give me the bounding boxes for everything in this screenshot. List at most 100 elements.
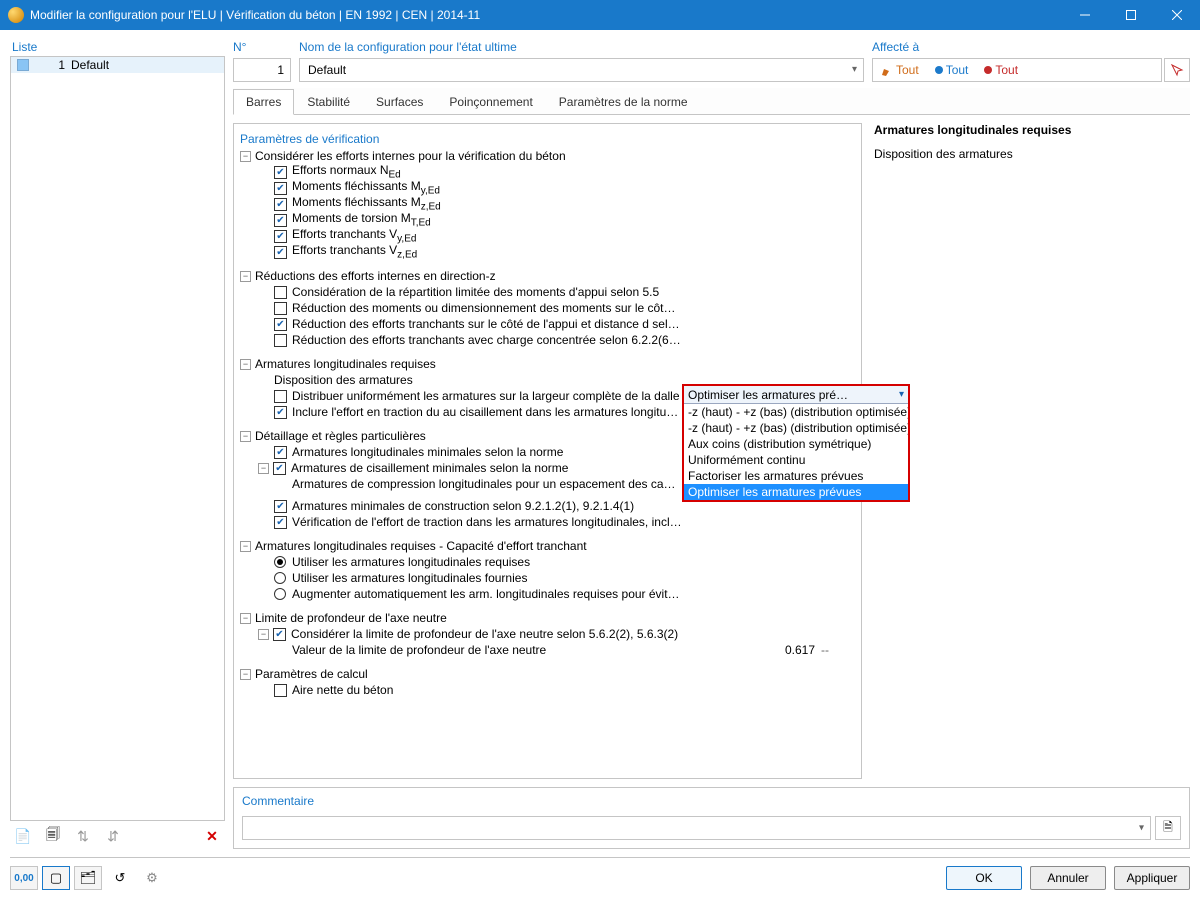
- checkbox[interactable]: [274, 334, 287, 347]
- checkbox[interactable]: [274, 318, 287, 331]
- item-g6b[interactable]: Valeur de la limite de profondeur de l'a…: [292, 643, 546, 657]
- dropdown-option-selected[interactable]: Optimiser les armatures prévues: [684, 484, 908, 500]
- assigned-chip[interactable]: Tout Tout Tout: [872, 58, 1162, 82]
- radio[interactable]: [274, 556, 286, 568]
- checkbox[interactable]: [273, 628, 286, 641]
- checkbox[interactable]: [273, 462, 286, 475]
- expander-icon[interactable]: −: [240, 431, 251, 442]
- checkbox[interactable]: [274, 500, 287, 513]
- group-internal-forces[interactable]: Considérer les efforts internes pour la …: [255, 149, 566, 163]
- checkbox[interactable]: [274, 516, 287, 529]
- dropdown-option[interactable]: Aux coins (distribution symétrique): [684, 436, 908, 452]
- delete-config-icon[interactable]: ✕: [199, 823, 225, 849]
- comment-edit-icon[interactable]: 🗎: [1155, 816, 1181, 840]
- units-icon[interactable]: 0,00: [10, 866, 38, 890]
- item-g3b[interactable]: Distribuer uniformément les armatures su…: [292, 389, 680, 403]
- pick-assigned-icon[interactable]: [1164, 58, 1190, 82]
- item-g4a[interactable]: Armatures longitudinales minimales selon…: [292, 445, 563, 459]
- disposition-dropdown[interactable]: Optimiser les armatures pré… ▾ -z (haut)…: [682, 384, 910, 502]
- checkbox[interactable]: [274, 446, 287, 459]
- expander-icon[interactable]: −: [240, 541, 251, 552]
- expander-icon[interactable]: −: [258, 629, 269, 640]
- number-input[interactable]: 1: [233, 58, 291, 82]
- radio[interactable]: [274, 588, 286, 600]
- expander-icon[interactable]: −: [240, 151, 251, 162]
- expander-icon[interactable]: −: [258, 463, 269, 474]
- group-calc-params[interactable]: Paramètres de calcul: [255, 667, 368, 681]
- ok-button[interactable]: OK: [946, 866, 1022, 890]
- tab-poinconnement[interactable]: Poinçonnement: [436, 89, 545, 115]
- item-g4b[interactable]: Armatures de cisaillement minimales selo…: [291, 461, 568, 475]
- item-g4b1[interactable]: Armatures de compression longitudinales …: [292, 477, 682, 491]
- dropdown-selected[interactable]: Optimiser les armatures pré… ▾: [684, 386, 908, 404]
- item-g5c[interactable]: Augmenter automatiquement les arm. longi…: [292, 587, 682, 601]
- reset-icon[interactable]: ↺: [106, 866, 134, 890]
- list-item[interactable]: 1 Default: [11, 57, 224, 73]
- item-vy[interactable]: Efforts tranchants Vy,Ed: [292, 227, 416, 244]
- list-box[interactable]: 1 Default: [10, 56, 225, 821]
- settings-icon[interactable]: ⚙: [138, 866, 166, 890]
- tab-barres[interactable]: Barres: [233, 89, 294, 115]
- item-g2a[interactable]: Considération de la répartition limitée …: [292, 285, 659, 299]
- checkbox[interactable]: [274, 166, 287, 179]
- dropdown-option[interactable]: Factoriser les armatures prévues: [684, 468, 908, 484]
- checkbox[interactable]: [274, 214, 287, 227]
- checkbox[interactable]: [274, 390, 287, 403]
- cancel-button[interactable]: Annuler: [1030, 866, 1106, 890]
- radio[interactable]: [274, 572, 286, 584]
- item-g2d[interactable]: Réduction des efforts tranchants avec ch…: [292, 333, 682, 347]
- close-button[interactable]: [1154, 0, 1200, 30]
- new-config-icon[interactable]: 📄: [10, 823, 36, 849]
- item-g3c[interactable]: Inclure l'effort en traction du au cisai…: [292, 405, 682, 419]
- group-neutral-axis[interactable]: Limite de profondeur de l'axe neutre: [255, 611, 447, 625]
- tab-parametres-norme[interactable]: Paramètres de la norme: [546, 89, 701, 115]
- tree-view-icon[interactable]: 🗂: [74, 866, 102, 890]
- checkbox[interactable]: [274, 198, 287, 211]
- dropdown-option[interactable]: Uniformément continu: [684, 452, 908, 468]
- item-vz[interactable]: Efforts tranchants Vz,Ed: [292, 243, 417, 260]
- group-long-rebar-req[interactable]: Armatures longitudinales requises: [255, 357, 436, 371]
- config-name-input[interactable]: Default ▾: [299, 58, 864, 82]
- item-g7a[interactable]: Aire nette du béton: [292, 683, 393, 697]
- checkbox[interactable]: [274, 182, 287, 195]
- apply-button[interactable]: Appliquer: [1114, 866, 1190, 890]
- minimize-button[interactable]: [1062, 0, 1108, 30]
- info-heading: Armatures longitudinales requises: [874, 123, 1186, 137]
- expander-icon[interactable]: −: [240, 271, 251, 282]
- expander-icon[interactable]: −: [240, 613, 251, 624]
- item-g2c[interactable]: Réduction des efforts tranchants sur le …: [292, 317, 682, 331]
- item-disposition[interactable]: Disposition des armatures: [274, 373, 413, 387]
- sort-asc-icon[interactable]: ⇅: [70, 823, 96, 849]
- item-g5b[interactable]: Utiliser les armatures longitudinales fo…: [292, 571, 527, 585]
- checkbox[interactable]: [274, 286, 287, 299]
- checkbox[interactable]: [274, 406, 287, 419]
- expander-icon[interactable]: −: [240, 669, 251, 680]
- item-g4c[interactable]: Armatures minimales de construction selo…: [292, 499, 634, 513]
- checkbox[interactable]: [274, 684, 287, 697]
- maximize-button[interactable]: [1108, 0, 1154, 30]
- item-g4d[interactable]: Vérification de l'effort de traction dan…: [292, 515, 682, 529]
- item-my[interactable]: Moments fléchissants My,Ed: [292, 179, 440, 196]
- group-shear-capacity[interactable]: Armatures longitudinales requises - Capa…: [255, 539, 587, 553]
- checkbox[interactable]: [274, 230, 287, 243]
- neutral-axis-limit-value[interactable]: 0.617: [745, 643, 815, 657]
- group-reductions-z[interactable]: Réductions des efforts internes en direc…: [255, 269, 496, 283]
- copy-config-icon[interactable]: 🗐: [40, 823, 66, 849]
- checkbox[interactable]: [274, 246, 287, 259]
- item-mt[interactable]: Moments de torsion MT,Ed: [292, 211, 431, 228]
- item-g5a[interactable]: Utiliser les armatures longitudinales re…: [292, 555, 530, 569]
- sort-desc-icon[interactable]: ⇵: [100, 823, 126, 849]
- item-g6a[interactable]: Considérer la limite de profondeur de l'…: [291, 627, 678, 641]
- dropdown-option[interactable]: -z (haut) - +z (bas) (distribution optim…: [684, 420, 908, 436]
- group-detailing[interactable]: Détaillage et règles particulières: [255, 429, 426, 443]
- view-icon[interactable]: ▢: [42, 866, 70, 890]
- dropdown-option[interactable]: -z (haut) - +z (bas) (distribution optim…: [684, 404, 908, 420]
- tab-surfaces[interactable]: Surfaces: [363, 89, 436, 115]
- item-g2b[interactable]: Réduction des moments ou dimensionnement…: [292, 301, 682, 315]
- tab-stabilite[interactable]: Stabilité: [294, 89, 363, 115]
- expander-icon[interactable]: −: [240, 359, 251, 370]
- item-normal-forces[interactable]: Efforts normaux NEd: [292, 163, 401, 180]
- comment-input[interactable]: ▾: [242, 816, 1151, 840]
- item-mz[interactable]: Moments fléchissants Mz,Ed: [292, 195, 441, 212]
- checkbox[interactable]: [274, 302, 287, 315]
